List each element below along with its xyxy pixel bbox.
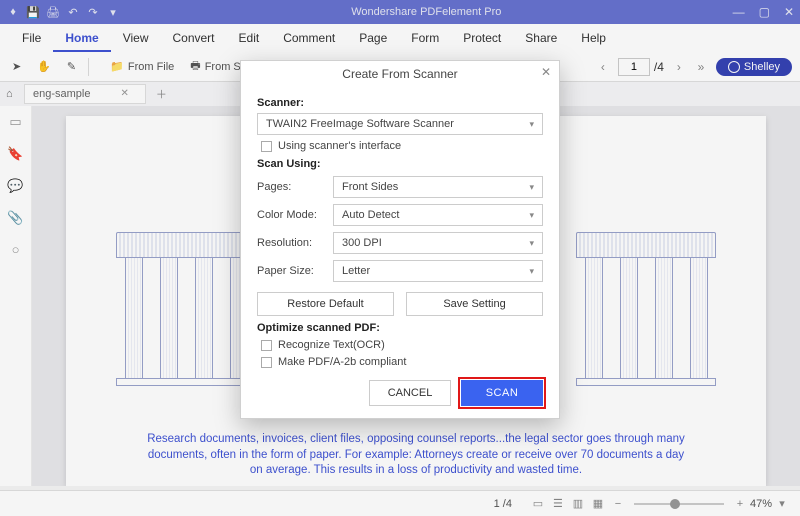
use-interface-label: Using scanner's interface	[278, 140, 401, 152]
pages-label: Pages:	[257, 181, 333, 193]
color-value: Auto Detect	[342, 209, 399, 221]
paper-dropdown[interactable]: Letter ▾	[333, 260, 543, 282]
dialog-title-text: Create From Scanner	[342, 67, 457, 81]
resolution-dropdown[interactable]: 300 DPI ▾	[333, 232, 543, 254]
paper-value: Letter	[342, 265, 370, 277]
color-label: Color Mode:	[257, 209, 333, 221]
ocr-label: Recognize Text(OCR)	[278, 339, 385, 351]
color-dropdown[interactable]: Auto Detect ▾	[333, 204, 543, 226]
chevron-down-icon: ▾	[529, 182, 534, 193]
pages-dropdown[interactable]: Front Sides ▾	[333, 176, 543, 198]
resolution-value: 300 DPI	[342, 237, 382, 249]
ocr-checkbox[interactable]	[261, 340, 272, 351]
chevron-down-icon: ▾	[529, 266, 534, 277]
scan-using-label: Scan Using:	[257, 158, 543, 170]
scan-button[interactable]: SCAN	[461, 380, 543, 406]
restore-default-button[interactable]: Restore Default	[257, 292, 394, 316]
resolution-label: Resolution:	[257, 237, 333, 249]
scanner-value: TWAIN2 FreeImage Software Scanner	[266, 118, 454, 130]
scanner-dropdown[interactable]: TWAIN2 FreeImage Software Scanner ▾	[257, 113, 543, 135]
pages-value: Front Sides	[342, 181, 398, 193]
chevron-down-icon: ▾	[529, 119, 534, 130]
cancel-button[interactable]: CANCEL	[369, 380, 451, 406]
dialog-close-icon[interactable]: ✕	[541, 65, 551, 79]
pdfa-label: Make PDF/A-2b compliant	[278, 356, 406, 368]
save-setting-button[interactable]: Save Setting	[406, 292, 543, 316]
chevron-down-icon: ▾	[529, 238, 534, 249]
use-interface-checkbox[interactable]	[261, 141, 272, 152]
chevron-down-icon: ▾	[529, 210, 534, 221]
scanner-label: Scanner:	[257, 97, 543, 109]
dialog-title: Create From Scanner ✕	[241, 61, 559, 87]
create-from-scanner-dialog: Create From Scanner ✕ Scanner: TWAIN2 Fr…	[240, 60, 560, 419]
pdfa-checkbox[interactable]	[261, 357, 272, 368]
paper-label: Paper Size:	[257, 265, 333, 277]
optimize-label: Optimize scanned PDF:	[257, 322, 543, 334]
